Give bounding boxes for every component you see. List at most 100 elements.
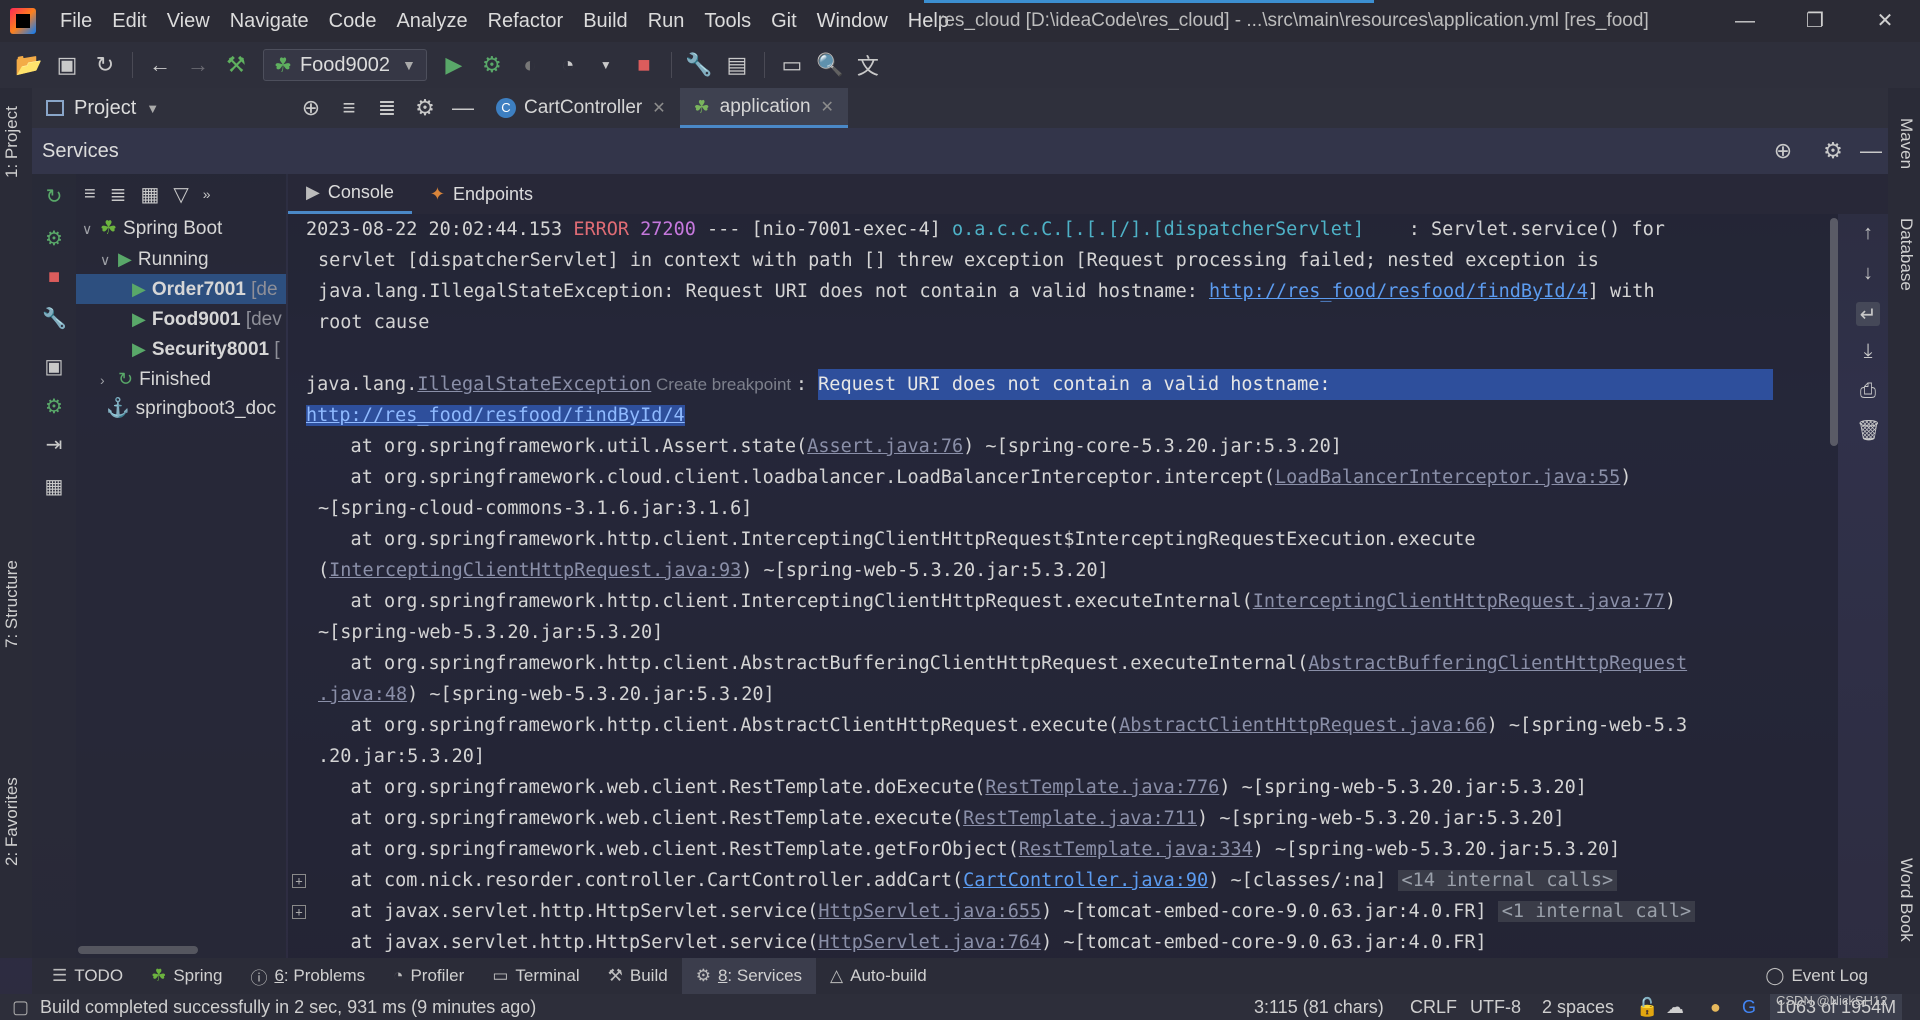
source-link[interactable]: AbstractBufferingClientHttpRequest <box>1308 653 1687 674</box>
target-icon[interactable]: ⊕ <box>1770 138 1796 164</box>
locate-icon[interactable]: ⊕ <box>298 95 324 121</box>
scroll-to-end-icon[interactable]: ⤓ <box>1856 340 1880 364</box>
database-tool-tab[interactable]: Database <box>1896 218 1916 291</box>
save-icon[interactable]: ▣ <box>54 52 80 78</box>
console-vertical-scrollbar[interactable] <box>1830 218 1838 446</box>
menu-run[interactable]: Run <box>638 0 695 42</box>
run-config-selector[interactable]: ☘ Food9002 ▼ <box>263 49 427 81</box>
open-folder-icon[interactable]: 📂 <box>15 52 42 78</box>
more-run-chevron-icon[interactable]: ▼ <box>593 52 619 78</box>
rerun-icon[interactable]: ↻ <box>42 184 66 208</box>
file-encoding[interactable]: UTF-8 <box>1470 994 1521 1020</box>
close-icon[interactable]: ✕ <box>821 97 834 117</box>
create-breakpoint-link[interactable]: Create breakpoint <box>651 375 796 394</box>
project-view-selector[interactable]: Project ▼ <box>32 97 292 120</box>
camera-icon[interactable]: ▣ <box>42 354 66 378</box>
source-link[interactable]: AbstractClientHttpRequest.java:66 <box>1119 715 1487 736</box>
url-link[interactable]: http://res_food/resfood/findById/4 <box>306 405 685 426</box>
lock-icon[interactable]: 🔓 <box>1636 994 1658 1020</box>
caret-position[interactable]: 3:115 (81 chars) <box>1254 994 1384 1020</box>
source-link[interactable]: Assert.java:76 <box>807 436 963 457</box>
tree-item-security8001[interactable]: ▶ Security8001 [ <box>76 334 286 364</box>
tree-item-finished[interactable]: › ↻ Finished <box>76 364 286 394</box>
menu-git[interactable]: Git <box>761 0 807 42</box>
source-link[interactable]: HttpServlet.java:764 <box>818 932 1041 953</box>
cloud-icon[interactable]: ☁ <box>1666 994 1684 1020</box>
source-link[interactable]: RestTemplate.java:334 <box>1019 839 1253 860</box>
soft-wrap-icon[interactable]: ↵ <box>1856 302 1880 326</box>
debug-icon[interactable]: ⚙ <box>479 52 505 78</box>
source-link[interactable]: RestTemplate.java:776 <box>985 777 1219 798</box>
menu-refactor[interactable]: Refactor <box>478 0 574 42</box>
back-arrow-icon[interactable]: ← <box>147 52 173 78</box>
source-link[interactable]: CartController.java:90 <box>963 870 1208 891</box>
tree-item-food9001[interactable]: ▶ Food9001 [dev <box>76 304 286 334</box>
tab-console[interactable]: ▶ Console <box>288 174 412 214</box>
menu-build[interactable]: Build <box>573 0 637 42</box>
url-link[interactable]: http://res_food/resfood/findById/4 <box>1209 281 1588 302</box>
source-link[interactable]: .java:48 <box>318 684 407 705</box>
stop-icon[interactable]: ■ <box>42 266 66 290</box>
down-arrow-icon[interactable]: ↓ <box>1856 262 1880 286</box>
search-icon[interactable]: 🔍 <box>816 52 843 78</box>
menu-analyze[interactable]: Analyze <box>386 0 477 42</box>
structure-tool-tab[interactable]: 7: Structure <box>2 560 22 648</box>
source-link[interactable]: RestTemplate.java:711 <box>963 808 1197 829</box>
line-separator[interactable]: CRLF <box>1410 994 1457 1020</box>
settings-gear-icon[interactable]: ⚙ <box>412 95 438 121</box>
layout-icon[interactable]: ▦ <box>42 474 66 498</box>
tree-horizontal-scrollbar[interactable] <box>78 946 198 954</box>
coverage-icon[interactable]: ◐ <box>517 52 543 78</box>
translate-icon[interactable]: 文 <box>855 52 881 79</box>
collapse-all-icon[interactable]: ≣ <box>374 95 400 121</box>
expand-all-icon[interactable]: ≡ <box>336 95 362 121</box>
status-message[interactable]: Build completed successfully in 2 sec, 9… <box>40 997 536 1018</box>
stop-icon[interactable]: ■ <box>631 52 657 78</box>
tool-todo[interactable]: ☰ TODO <box>38 958 137 994</box>
close-icon[interactable]: ✕ <box>1850 0 1920 42</box>
tree-item-order7001[interactable]: ▶ Order7001 [de <box>76 274 286 304</box>
tool-profiler[interactable]: ◔ Profiler <box>379 958 478 994</box>
project-structure-icon[interactable]: ▤ <box>724 52 750 78</box>
project-tool-tab[interactable]: 1: Project <box>2 106 22 178</box>
debug-icon[interactable]: ⚙ <box>42 226 66 250</box>
login-icon[interactable]: ⇥ <box>42 432 66 456</box>
menu-tools[interactable]: Tools <box>694 0 761 42</box>
terminal-toolbar-icon[interactable]: ▭ <box>779 52 805 78</box>
minimize-icon[interactable]: — <box>1710 0 1780 42</box>
up-arrow-icon[interactable]: ↑ <box>1856 222 1880 246</box>
tool-terminal[interactable]: ▭ Terminal <box>478 958 593 994</box>
tool-build[interactable]: ⚒ Build <box>594 958 682 994</box>
forward-arrow-icon[interactable]: → <box>185 52 211 78</box>
notification-icon[interactable]: ● <box>1710 994 1721 1020</box>
google-icon[interactable]: G <box>1742 994 1756 1020</box>
run-icon[interactable]: ▶ <box>441 52 467 78</box>
add-service-icon[interactable]: ⚙ <box>42 394 66 418</box>
trash-icon[interactable]: 🗑 <box>1856 418 1881 442</box>
status-toggle-icon[interactable]: ▢ <box>12 994 29 1020</box>
tool-services[interactable]: ⚙ 8: Services <box>681 958 817 994</box>
build-hammer-icon[interactable]: ⚒ <box>223 52 249 78</box>
maven-tool-tab[interactable]: Maven <box>1896 118 1916 169</box>
internal-calls-fold[interactable]: <14 internal calls> <box>1397 870 1618 891</box>
menu-edit[interactable]: Edit <box>102 0 156 42</box>
tab-cartcontroller[interactable]: C CartController ✕ <box>482 88 680 128</box>
profile-icon[interactable]: ◔ <box>555 52 581 78</box>
print-icon[interactable]: ⎙ <box>1856 380 1880 404</box>
wordbook-tool-tab[interactable]: Word Book <box>1896 858 1916 942</box>
tree-item-docker[interactable]: ⚓ springboot3_doc <box>76 394 286 424</box>
exception-link[interactable]: IllegalStateException <box>417 374 651 395</box>
internal-calls-fold[interactable]: <1 internal call> <box>1497 901 1696 922</box>
tree-item-running[interactable]: ∨ ▶ Running <box>76 244 286 274</box>
source-link[interactable]: HttpServlet.java:655 <box>818 901 1041 922</box>
tool-spring[interactable]: ☘ Spring <box>137 958 236 994</box>
fold-expand-icon[interactable]: + <box>292 905 306 919</box>
favorites-tool-tab[interactable]: 2: Favorites <box>2 777 22 866</box>
menu-navigate[interactable]: Navigate <box>220 0 319 42</box>
indent-setting[interactable]: 2 spaces <box>1542 994 1614 1020</box>
restore-icon[interactable]: ❐ <box>1780 0 1850 42</box>
tab-endpoints[interactable]: ✦ Endpoints <box>412 174 551 214</box>
menu-code[interactable]: Code <box>319 0 387 42</box>
source-link[interactable]: InterceptingClientHttpRequest.java:77 <box>1253 591 1665 612</box>
console-output[interactable]: 2023-08-22 20:02:44.153 ERROR 27200 --- … <box>288 214 1838 958</box>
